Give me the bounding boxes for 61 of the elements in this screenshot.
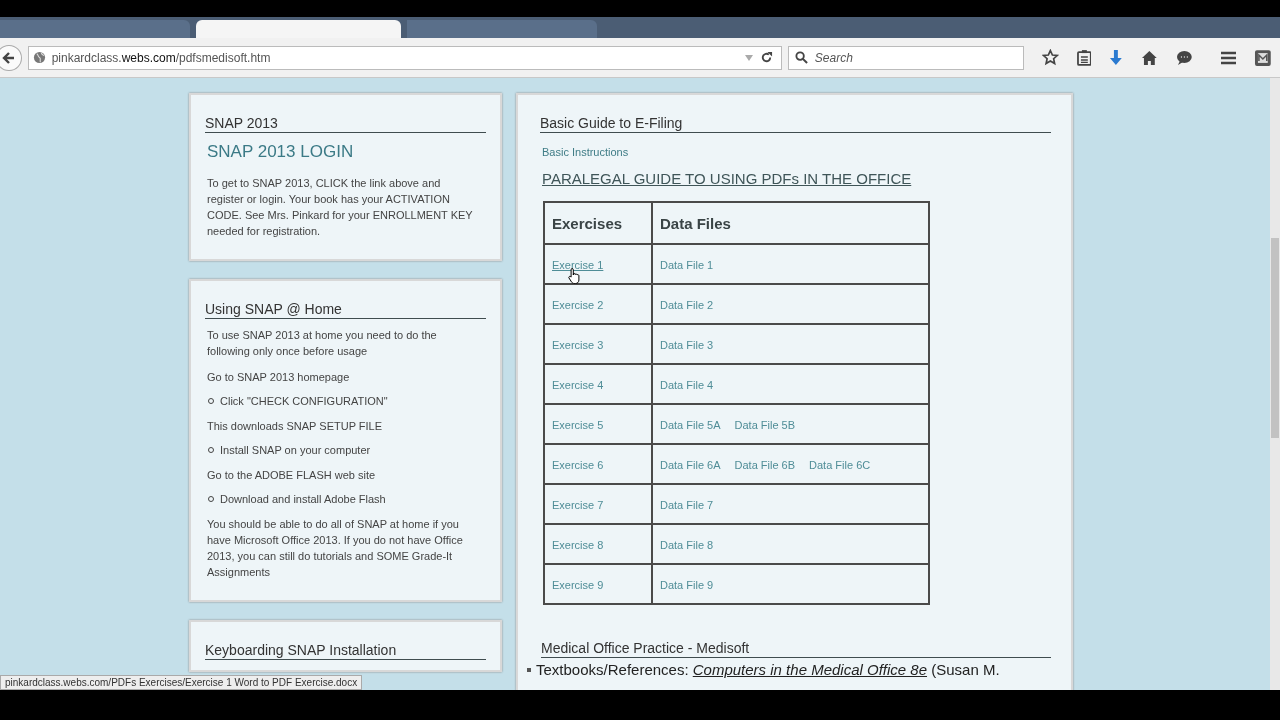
search-icon (794, 51, 808, 64)
download-icon[interactable] (1109, 49, 1124, 66)
exercise-link[interactable]: Exercise 7 (552, 499, 604, 511)
guide-heading-link[interactable]: PARALEGAL GUIDE TO USING PDFs IN THE OFFICE (542, 170, 1051, 187)
exercise-link[interactable]: Exercise 3 (552, 339, 604, 351)
back-button[interactable] (0, 44, 22, 71)
data-file-link[interactable]: Data File 5B (734, 419, 796, 431)
section-title: Medical Office Practice - Medisoft (541, 640, 1051, 658)
card-title: Keyboarding SNAP Installation (205, 642, 486, 660)
list-item: Download and install Adobe Flash (220, 493, 386, 505)
reading-list-icon[interactable] (1076, 49, 1092, 66)
exercise-link[interactable]: Exercise 2 (552, 299, 604, 311)
data-file-link[interactable]: Data File 6C (809, 459, 871, 471)
list-item: Install SNAP on your computer (220, 444, 371, 456)
data-file-link[interactable]: Data File 1 (660, 259, 714, 271)
instructions-link[interactable]: Basic Instructions (542, 146, 1051, 158)
paragraph: To use SNAP 2013 at home you need to do the following only once before usage (207, 328, 438, 359)
data-file-link[interactable]: Data File 7 (660, 499, 714, 511)
data-file-link[interactable]: Data File 9 (660, 579, 714, 591)
exercise-link[interactable]: Exercise 1 (552, 259, 604, 271)
column-header: Exercises (544, 202, 652, 244)
section-title: Basic Guide to E-Filing (540, 115, 1051, 133)
data-file-link[interactable]: Data File 4 (660, 379, 714, 391)
data-file-link[interactable]: Data File 6B (734, 459, 796, 471)
data-file-link[interactable]: Data File 5A (660, 419, 721, 431)
extension-icon[interactable] (1254, 48, 1272, 67)
status-link-url: pinkardclass.webs.com/PDFs Exercises/Exercise 1 Word to PDF Exercise.docx (0, 675, 363, 690)
address-bar[interactable]: pinkardclass.webs.com/pdfsmedisoft.htm (27, 45, 782, 70)
exercise-link[interactable]: Exercise 9 (552, 579, 604, 591)
globe-icon (32, 51, 46, 64)
bullet-icon (527, 667, 531, 672)
paragraph: Go to SNAP 2013 homepage (207, 370, 351, 385)
scrollbar[interactable] (1270, 78, 1280, 690)
list-item: Click "CHECK CONFIGURATION" (220, 395, 388, 407)
login-link[interactable]: SNAP 2013 LOGIN (207, 142, 486, 162)
exercise-link[interactable]: Exercise 6 (552, 459, 604, 471)
card-title: Using SNAP @ Home (205, 301, 486, 319)
search-input[interactable]: Search (812, 49, 1017, 66)
data-file-link[interactable]: Data File 8 (660, 539, 714, 551)
card-title: SNAP 2013 (205, 115, 486, 133)
paragraph: Go to the ADOBE FLASH web site (207, 468, 377, 483)
home-icon[interactable] (1141, 49, 1158, 66)
search-field[interactable]: Search (787, 45, 1024, 70)
paragraph: This downloads SNAP SETUP FILE (207, 419, 384, 434)
data-file-link[interactable]: Data File 2 (660, 299, 714, 311)
paragraph: To get to SNAP 2013, CLICK the link above and register or login. Your book has your ACTIVATION CODE. See Mrs. Pinkard for your ENROLLMENT KEY needed for registration. (207, 176, 474, 239)
exercise-link[interactable]: Exercise 4 (552, 379, 604, 391)
book-link[interactable]: Computers in the Medical Office 8e (692, 661, 928, 678)
reference-text: Textbooks/References: Computers in the Medical Office 8e (Susan M. (536, 661, 1000, 678)
hand-cursor-icon (568, 267, 582, 285)
reload-icon[interactable] (759, 51, 773, 64)
data-file-link[interactable]: Data File 3 (660, 339, 714, 351)
back-arrow-icon (1, 50, 16, 65)
bookmark-star-icon[interactable] (1041, 49, 1059, 66)
menu-icon[interactable] (1220, 50, 1237, 65)
exercise-link[interactable]: Exercise 5 (552, 419, 604, 431)
exercise-link[interactable]: Exercise 8 (552, 539, 604, 551)
paragraph: You should be able to do all of SNAP at home if you have Microsoft Office 2013. If you do not have Office 2013, you can still do tutorials and SOME Grade-It Assignments (207, 517, 464, 580)
column-header: Data Files (652, 202, 929, 244)
data-file-link[interactable]: Data File 6A (660, 459, 721, 471)
chat-icon[interactable] (1175, 49, 1193, 66)
